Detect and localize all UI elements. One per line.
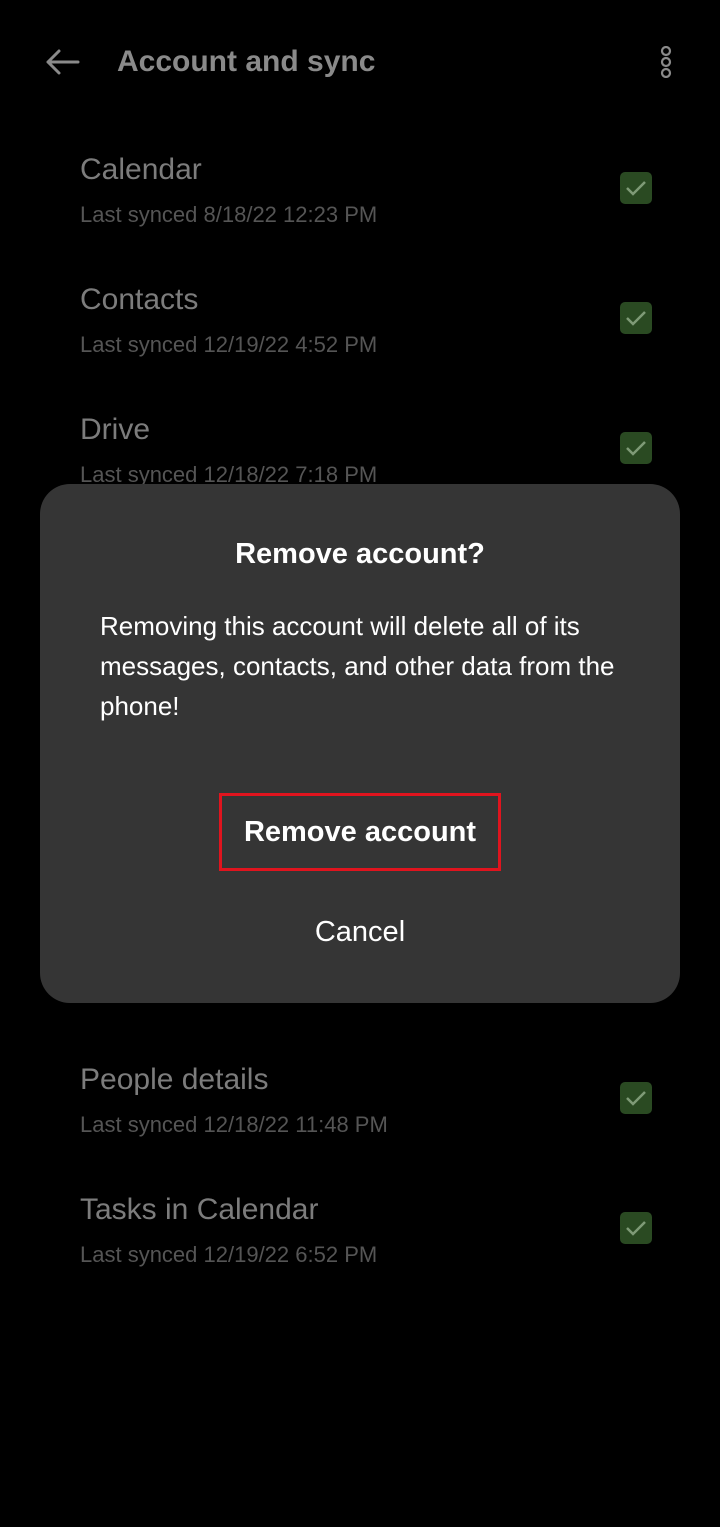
sync-checkbox[interactable]	[620, 432, 652, 464]
page-title: Account and sync	[117, 45, 376, 78]
sync-checkbox[interactable]	[620, 172, 652, 204]
dialog-title: Remove account?	[235, 538, 485, 570]
sync-item-tasks-in-calendar[interactable]: Tasks in Calendar Last synced 12/19/22 6…	[0, 1168, 720, 1298]
sync-item-title: Drive	[80, 413, 151, 446]
sync-item-title: Contacts	[80, 283, 199, 316]
sync-item-title: People details	[80, 1063, 269, 1096]
remove-account-button[interactable]: Remove account	[219, 793, 501, 871]
sync-item-subtitle: Last synced 12/18/22 11:48 PM	[80, 1112, 388, 1137]
check-icon	[626, 1091, 646, 1106]
check-icon	[626, 181, 646, 196]
check-icon	[626, 311, 646, 326]
dialog-message: Removing this account will delete all of…	[100, 611, 615, 721]
sync-item-title: Tasks in Calendar	[80, 1193, 319, 1226]
more-options-button[interactable]	[648, 40, 684, 84]
app-bar: Account and sync	[0, 0, 720, 124]
check-icon	[626, 441, 646, 456]
cancel-button[interactable]: Cancel	[260, 904, 460, 960]
sync-item-subtitle: Last synced 8/18/22 12:23 PM	[80, 202, 378, 227]
sync-checkbox[interactable]	[620, 1212, 652, 1244]
sync-item-subtitle: Last synced 12/19/22 4:52 PM	[80, 332, 378, 357]
account-sync-screen: Account and sync Calendar Last synced 8/…	[0, 0, 720, 1527]
more-vert-icon	[660, 46, 672, 78]
sync-item-subtitle: Last synced 12/19/22 6:52 PM	[80, 1242, 378, 1267]
sync-item-people-details[interactable]: People details Last synced 12/18/22 11:4…	[0, 1038, 720, 1168]
sync-item-calendar[interactable]: Calendar Last synced 8/18/22 12:23 PM	[0, 128, 720, 258]
remove-account-dialog: Remove account? Removing this account wi…	[40, 484, 680, 1003]
back-arrow-icon	[46, 49, 80, 75]
sync-item-contacts[interactable]: Contacts Last synced 12/19/22 4:52 PM	[0, 258, 720, 388]
check-icon	[626, 1221, 646, 1236]
sync-checkbox[interactable]	[620, 302, 652, 334]
sync-checkbox[interactable]	[620, 1082, 652, 1114]
sync-item-title: Calendar	[80, 153, 202, 186]
back-button[interactable]	[38, 40, 86, 84]
